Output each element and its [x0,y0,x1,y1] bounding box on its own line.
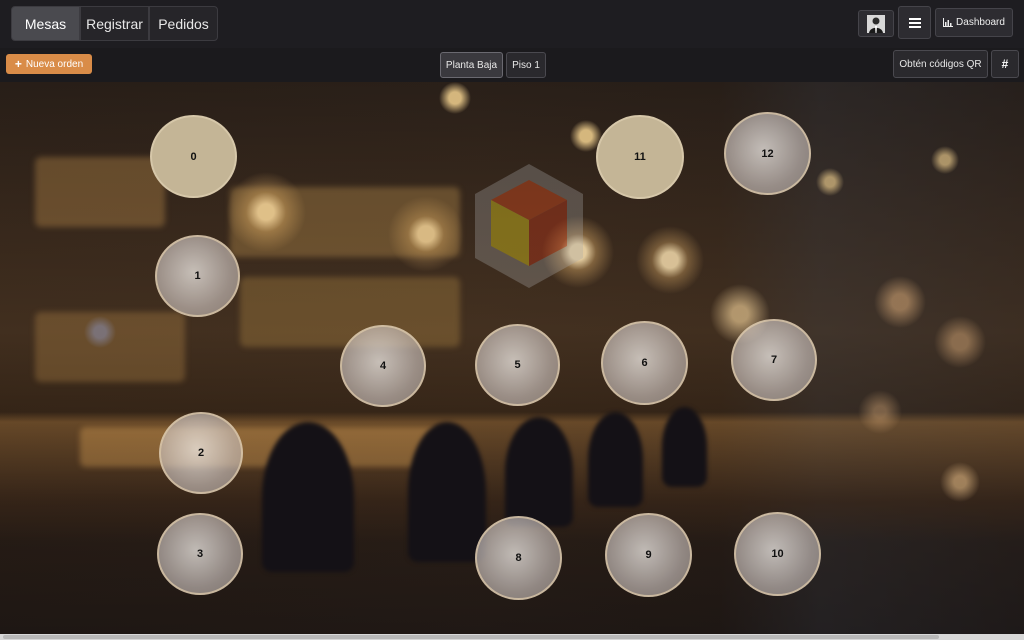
logo-cube-icon [475,164,583,288]
background-shelf [35,312,185,382]
table-8[interactable]: 8 [475,516,562,600]
floor-plan-canvas: 0 1 2 3 4 5 6 7 8 9 10 11 12 [0,82,1024,634]
hash-button[interactable]: # [991,50,1019,78]
new-order-label: Nueva orden [25,58,84,70]
dashboard-button[interactable]: Dashboard [935,8,1013,37]
tab-registrar[interactable]: Registrar [80,6,149,41]
table-3[interactable]: 3 [157,513,243,595]
tab-mesas[interactable]: Mesas [11,6,80,41]
table-12[interactable]: 12 [724,112,811,195]
top-navbar: Mesas Registrar Pedidos Dashboard [0,0,1024,48]
floor-toolbar: + Nueva orden Planta Baja Piso 1 Obtén c… [0,48,1024,82]
background-shelf [230,187,460,257]
user-avatar-button[interactable] [858,10,894,37]
scrollbar-thumb[interactable] [3,635,939,639]
tab-pedidos[interactable]: Pedidos [149,6,218,41]
horizontal-scrollbar[interactable] [0,634,1024,640]
bar-counter-glow [80,427,440,467]
background-stool [408,422,486,562]
table-0[interactable]: 0 [150,115,237,198]
floor-tab-planta-baja[interactable]: Planta Baja [440,52,503,78]
table-5[interactable]: 5 [475,324,560,406]
plus-icon: + [14,57,22,71]
background-stool [662,407,707,487]
main-tabs: Mesas Registrar Pedidos [11,6,218,41]
dashboard-label: Dashboard [956,17,1005,28]
hamburger-icon [908,17,921,28]
table-6[interactable]: 6 [601,321,688,405]
table-9[interactable]: 9 [605,513,692,597]
new-order-button[interactable]: + Nueva orden [6,54,92,74]
avatar [867,14,885,33]
table-1[interactable]: 1 [155,235,240,317]
qr-codes-button[interactable]: Obtén códigos QR [893,50,988,78]
table-2[interactable]: 2 [159,412,243,494]
background-shelf [35,157,165,227]
bar-chart-icon [943,18,954,27]
menu-button[interactable] [898,6,931,39]
floor-tab-piso-1[interactable]: Piso 1 [506,52,546,78]
background-shelf [240,277,460,347]
background-stool [588,412,643,507]
background-stool [262,422,354,572]
table-7[interactable]: 7 [731,319,817,401]
table-4[interactable]: 4 [340,325,426,407]
table-10[interactable]: 10 [734,512,821,596]
background-stool [505,417,573,527]
table-11[interactable]: 11 [596,115,684,199]
